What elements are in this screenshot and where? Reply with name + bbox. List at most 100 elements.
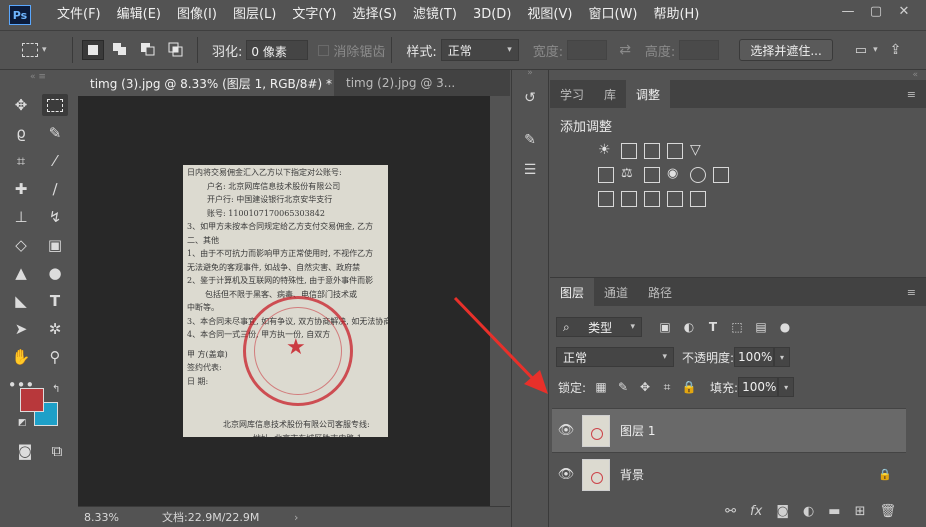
layer-filter-select[interactable]: ⌕ 类型 ▾ bbox=[556, 317, 642, 337]
channel-mixer-icon[interactable] bbox=[690, 167, 706, 183]
layer-row-layer1[interactable]: 👁 图层 1 bbox=[552, 408, 906, 452]
exposure-icon[interactable] bbox=[667, 143, 683, 159]
menu-filter[interactable]: 滤镜(T) bbox=[405, 0, 465, 30]
menu-layer[interactable]: 图层(L) bbox=[225, 0, 284, 30]
history-icon[interactable]: ↺ bbox=[517, 86, 543, 110]
pen-tool-icon[interactable]: ◣ bbox=[8, 290, 34, 312]
fx-icon[interactable]: fx bbox=[750, 504, 762, 519]
tab-timg-2[interactable]: timg (2).jpg @ 3... × bbox=[334, 70, 466, 96]
feather-input[interactable]: 0 像素 bbox=[246, 40, 309, 60]
menu-3d[interactable]: 3D(D) bbox=[465, 0, 519, 30]
posterize-icon[interactable] bbox=[621, 191, 637, 207]
adjustment-icon[interactable]: ◐ bbox=[803, 504, 814, 519]
photo-filter-icon[interactable]: ◉ bbox=[667, 167, 683, 183]
healing-brush-tool-icon[interactable]: ✚ bbox=[8, 178, 34, 200]
menu-edit[interactable]: 编辑(E) bbox=[109, 0, 169, 30]
eyedropper-tool-icon[interactable]: ⁄ bbox=[42, 150, 68, 172]
menu-file[interactable]: 文件(F) bbox=[49, 0, 109, 30]
fill-input[interactable]: 100% bbox=[738, 377, 779, 397]
restore-button[interactable]: ▢ bbox=[862, 0, 890, 22]
gradient-map-icon[interactable] bbox=[690, 191, 706, 207]
new-selection-button[interactable] bbox=[82, 40, 104, 60]
quick-selection-tool-icon[interactable]: ✎ bbox=[42, 122, 68, 144]
brush-tool-icon[interactable]: ∕ bbox=[42, 178, 68, 200]
default-colors-icon[interactable]: ◩ bbox=[18, 418, 27, 428]
swap-colors-icon[interactable]: ↰ bbox=[52, 384, 60, 395]
black-white-icon[interactable] bbox=[644, 167, 660, 183]
lasso-tool-icon[interactable]: ϱ bbox=[8, 122, 34, 144]
status-menu-arrow[interactable]: › bbox=[294, 511, 298, 524]
lock-transparency-icon[interactable]: ▦ bbox=[594, 380, 608, 394]
tab-learn[interactable]: 学习 bbox=[550, 80, 594, 108]
opacity-dropdown[interactable]: ▾ bbox=[774, 347, 791, 367]
invert-icon[interactable] bbox=[598, 191, 614, 207]
share-icon[interactable]: ⇪ bbox=[890, 42, 902, 58]
path-selection-tool-icon[interactable]: ➤ bbox=[8, 318, 34, 340]
type-filter-icon[interactable]: T bbox=[706, 320, 720, 334]
selective-color-icon[interactable] bbox=[667, 191, 683, 207]
layer-name[interactable]: 图层 1 bbox=[620, 422, 655, 439]
history-brush-tool-icon[interactable]: ↯ bbox=[42, 206, 68, 228]
tab-layers[interactable]: 图层 bbox=[550, 278, 595, 306]
brush-settings-icon[interactable]: ✎ bbox=[517, 128, 543, 152]
eye-icon[interactable]: 👁 bbox=[552, 467, 580, 482]
tab-adjustments[interactable]: 调整 bbox=[626, 80, 671, 108]
group-folder-icon[interactable]: ▬ bbox=[828, 504, 840, 519]
tab-library[interactable]: 库 bbox=[594, 80, 626, 108]
swap-arrows-icon[interactable]: ⇄ bbox=[619, 42, 631, 58]
minimize-button[interactable]: — bbox=[834, 0, 862, 22]
menu-type[interactable]: 文字(Y) bbox=[284, 0, 344, 30]
antialias-checkbox[interactable] bbox=[318, 44, 330, 56]
curves-icon[interactable] bbox=[644, 143, 660, 159]
lock-artboard-icon[interactable]: ⌗ bbox=[660, 380, 674, 394]
lock-icon[interactable]: 🔒 bbox=[878, 468, 892, 481]
opacity-input[interactable]: 100% bbox=[734, 347, 775, 367]
add-selection-button[interactable] bbox=[110, 40, 132, 60]
panel-grip-icon[interactable]: « bbox=[550, 70, 926, 80]
screen-mode-icon[interactable]: ⧉ bbox=[44, 440, 70, 462]
panel-menu-icon[interactable]: ≡ bbox=[907, 286, 916, 299]
menu-select[interactable]: 选择(S) bbox=[344, 0, 404, 30]
subtract-selection-button[interactable] bbox=[138, 40, 160, 60]
properties-icon[interactable]: ☰ bbox=[517, 158, 543, 182]
canvas-area[interactable]: 日内将交易佣金汇入乙方以下指定对公账号: 户名: 北京网库信息技术股份有限公司 开户… bbox=[78, 96, 490, 506]
eye-icon[interactable]: 👁 bbox=[552, 423, 580, 438]
lock-pixels-icon[interactable]: ✎ bbox=[616, 380, 630, 394]
panel-grip-icon[interactable]: « ≡ bbox=[0, 72, 76, 84]
adjustment-filter-icon[interactable]: ◐ bbox=[682, 320, 696, 334]
move-tool-icon[interactable]: ✥ bbox=[8, 94, 34, 116]
trash-icon[interactable]: 🗑 bbox=[879, 504, 896, 519]
intersect-selection-button[interactable] bbox=[166, 40, 188, 60]
clone-stamp-tool-icon[interactable]: ⊥ bbox=[8, 206, 34, 228]
width-input[interactable] bbox=[567, 40, 608, 60]
vibrance-icon[interactable]: ▽ bbox=[690, 143, 706, 159]
threshold-icon[interactable] bbox=[644, 191, 660, 207]
gradient-tool-icon[interactable]: ▣ bbox=[42, 234, 68, 256]
hand-tool-icon[interactable]: ✋ bbox=[8, 346, 34, 368]
lock-position-icon[interactable]: ✥ bbox=[638, 380, 652, 394]
hue-saturation-icon[interactable] bbox=[598, 167, 614, 183]
layer-thumbnail[interactable] bbox=[582, 458, 610, 491]
layer-row-background[interactable]: 👁 背景 🔒 bbox=[552, 452, 906, 496]
menu-view[interactable]: 视图(V) bbox=[519, 0, 580, 30]
layer-name[interactable]: 背景 bbox=[620, 466, 644, 483]
link-icon[interactable]: ⚯ bbox=[725, 504, 736, 519]
dodge-tool-icon[interactable]: ● bbox=[42, 262, 68, 284]
filter-toggle-icon[interactable]: ● bbox=[778, 320, 792, 334]
mask-icon[interactable]: ◙ bbox=[776, 504, 789, 519]
fill-dropdown[interactable]: ▾ bbox=[778, 377, 795, 397]
marquee-tool-icon[interactable] bbox=[42, 94, 68, 116]
menu-help[interactable]: 帮助(H) bbox=[645, 0, 707, 30]
menu-window[interactable]: 窗口(W) bbox=[580, 0, 645, 30]
shape-filter-icon[interactable]: ⬚ bbox=[730, 320, 744, 334]
blend-mode-select[interactable]: 正常 ▾ bbox=[556, 347, 674, 367]
panel-grip-icon[interactable]: » bbox=[512, 68, 548, 80]
canvas-scrollbar[interactable] bbox=[490, 96, 510, 506]
custom-shape-tool-icon[interactable]: ✲ bbox=[42, 318, 68, 340]
crop-tool-icon[interactable]: ⌗ bbox=[8, 150, 34, 172]
height-input[interactable] bbox=[679, 40, 720, 60]
zoom-level[interactable]: 8.33% bbox=[78, 511, 126, 524]
pixel-filter-icon[interactable]: ▣ bbox=[658, 320, 672, 334]
chevron-down-icon[interactable]: ▾ bbox=[873, 45, 878, 55]
smart-object-filter-icon[interactable]: ▤ bbox=[754, 320, 768, 334]
